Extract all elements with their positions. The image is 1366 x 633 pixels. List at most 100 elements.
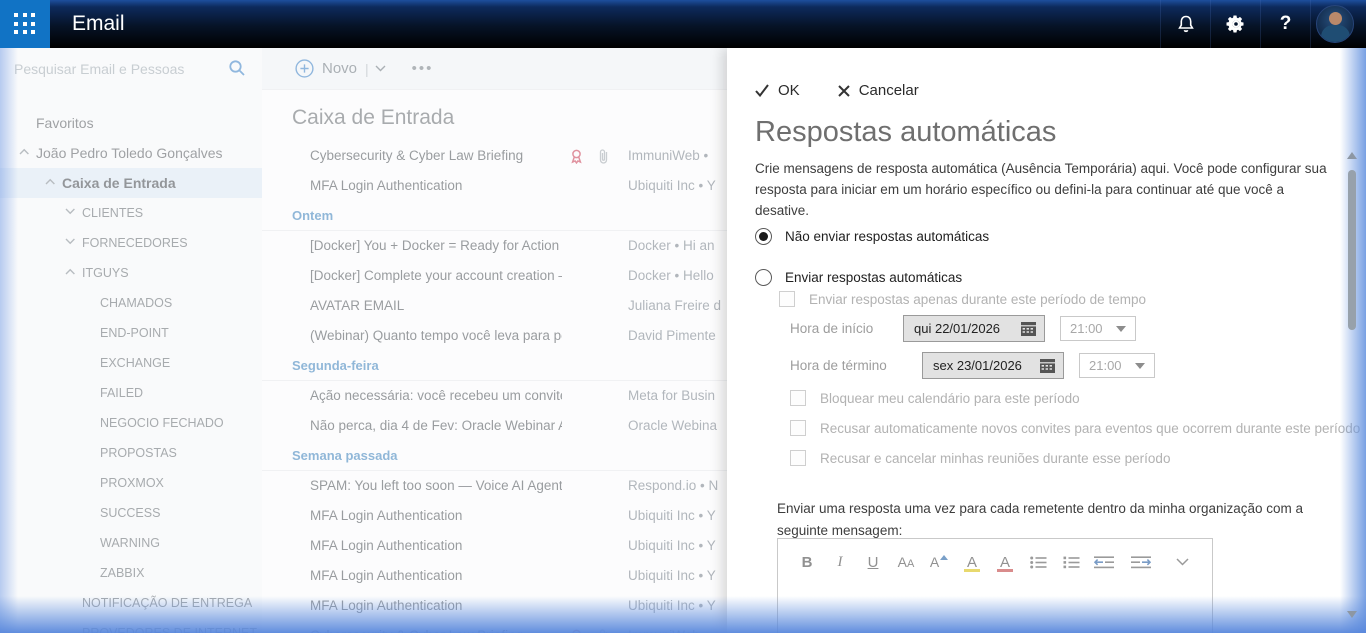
ok-button[interactable]: OK [755, 82, 800, 99]
mail-sender: Ubiquiti Inc • Y [628, 508, 727, 523]
message-instruction: Enviar uma resposta uma vez para cada re… [777, 498, 1342, 542]
sidebar-item-caixa-de-entrada[interactable]: Caixa de Entrada [0, 168, 262, 198]
search-icon[interactable] [228, 59, 246, 77]
help-button[interactable]: ? [1260, 0, 1310, 48]
folder-label: FAILED [100, 386, 143, 400]
calendar-icon[interactable] [1021, 322, 1036, 336]
chevron-up-icon[interactable] [65, 268, 75, 278]
chevron-down-icon[interactable] [375, 65, 386, 72]
outdent-icon[interactable] [1091, 551, 1117, 573]
numbered-list-icon[interactable] [1058, 551, 1084, 573]
sidebar-item-negocio-fechado[interactable]: NEGOCIO FECHADO [0, 408, 262, 438]
mail-list-item[interactable]: MFA Login AuthenticationUbiquiti Inc • Y [262, 531, 727, 561]
close-icon [838, 85, 850, 97]
folder-label: NEGOCIO FECHADO [100, 416, 224, 430]
checkbox-option-3[interactable]: Recusar e cancelar minhas reuniões duran… [790, 450, 1170, 466]
cancel-button[interactable]: Cancelar [838, 82, 919, 99]
notifications-button[interactable] [1160, 0, 1210, 48]
mail-subject: SPAM: You left too soon — Voice AI Agent… [310, 478, 562, 493]
scrollbar-thumb[interactable] [1348, 170, 1356, 330]
sidebar-item-failed[interactable]: FAILED [0, 378, 262, 408]
search-input[interactable] [14, 56, 214, 82]
mail-list-item[interactable]: Cybersecurity & Cyber Law BriefingImmuni… [262, 141, 727, 171]
chevron-down-icon[interactable] [65, 208, 75, 218]
mail-sender: Ubiquiti Inc • Y [628, 178, 727, 193]
scroll-up-arrow-icon[interactable] [1347, 152, 1357, 159]
account-button[interactable] [1310, 0, 1366, 48]
highlight-icon[interactable]: A [959, 551, 985, 573]
checkbox-option-1[interactable]: Bloquear meu calendário para este períod… [790, 390, 1080, 406]
italic-icon[interactable]: I [827, 551, 853, 573]
radio-no-auto-replies[interactable]: Não enviar respostas automáticas [755, 228, 989, 245]
panel-scrollbar[interactable] [1346, 152, 1358, 618]
checkbox-icon [779, 291, 795, 307]
app-launcher-button[interactable] [0, 0, 50, 48]
sidebar-item-provedores-de-internet[interactable]: PROVEDORES DE INTERNET [0, 618, 262, 633]
folder-label: END-POINT [100, 326, 169, 340]
checkbox-label: Bloquear meu calendário para este períod… [820, 391, 1080, 406]
mail-list-item[interactable]: Ação necessária: você recebeu um convite… [262, 381, 727, 411]
settings-button[interactable] [1210, 0, 1260, 48]
folder-label: Favoritos [36, 115, 94, 131]
radio-send-auto-replies[interactable]: Enviar respostas automáticas [755, 269, 962, 286]
checkbox-option-2[interactable]: Recusar automaticamente novos convites p… [790, 420, 1360, 436]
end-time-dropdown[interactable]: 21:00 [1079, 353, 1155, 378]
mail-subject: [Docker] You + Docker = Ready for Action [310, 238, 562, 253]
calendar-icon[interactable] [1040, 359, 1055, 373]
sidebar-item-warning[interactable]: WARNING [0, 528, 262, 558]
mail-list-item[interactable]: SPAM: You left too soon — Voice AI Agent… [262, 471, 727, 501]
mail-subject: MFA Login Authentication [310, 178, 562, 193]
font-color-icon[interactable]: A [992, 551, 1018, 573]
mail-subject: Não perca, dia 4 de Fev: Oracle Webinar … [310, 418, 562, 433]
more-commands-button[interactable]: ••• [412, 60, 434, 77]
font-size-icon[interactable]: A [926, 551, 952, 573]
sidebar-item-end-point[interactable]: END-POINT [0, 318, 262, 348]
automatic-replies-panel: OK Cancelar Respostas automáticas Crie m… [727, 48, 1366, 633]
search-bar [0, 48, 262, 90]
mail-list-item[interactable]: (Webinar) Quanto tempo você leva para pe… [262, 321, 727, 351]
mail-list-item[interactable]: MFA Login Authentication Ubiquiti Inc • Y [262, 171, 727, 201]
sidebar-item-favoritos[interactable]: Favoritos [0, 108, 262, 138]
sidebar-item-chamados[interactable]: CHAMADOS [0, 288, 262, 318]
mail-list-item[interactable]: AVATAR EMAILJuliana Freire d [262, 291, 727, 321]
start-date-picker[interactable]: qui 22/01/2026 [903, 315, 1045, 342]
sidebar-item-clientes[interactable]: CLIENTES [0, 198, 262, 228]
mail-list-item[interactable]: MFA Login AuthenticationUbiquiti Inc • Y [262, 501, 727, 531]
mail-list-item[interactable]: MFA Login AuthenticationUbiquiti Inc • Y [262, 561, 727, 591]
mail-subject: [Docker] Complete your account creation … [310, 268, 562, 283]
sidebar-item-zabbix[interactable]: ZABBIX [0, 558, 262, 588]
indent-icon[interactable] [1128, 551, 1154, 573]
section-label: Segunda-feira [292, 358, 379, 373]
start-time-label: Hora de início [790, 321, 873, 336]
sidebar-item-fornecedores[interactable]: FORNECEDORES [0, 228, 262, 258]
mail-sender: Ubiquiti Inc • Y [628, 598, 727, 613]
end-date-picker[interactable]: sex 23/01/2026 [922, 352, 1064, 379]
sidebar-item-proxmox[interactable]: PROXMOX [0, 468, 262, 498]
chevron-up-icon[interactable] [19, 148, 29, 158]
mail-list-item[interactable]: Cybersecurity & Cyber Law BriefingImmuni… [262, 621, 727, 633]
checkbox-period-only[interactable]: Enviar respostas apenas durante este per… [779, 291, 1146, 307]
sidebar-item-exchange[interactable]: EXCHANGE [0, 348, 262, 378]
more-formatting-icon[interactable] [1169, 551, 1195, 573]
sidebar-item-notifica-o-de-entrega[interactable]: NOTIFICAÇÃO DE ENTREGA [0, 588, 262, 618]
reply-message-textarea[interactable] [778, 581, 1212, 633]
sidebar-item-jo-o-pedro-toledo-gon-alves[interactable]: João Pedro Toledo Gonçalves [0, 138, 262, 168]
chevron-down-icon[interactable] [65, 238, 75, 248]
scroll-down-arrow-icon[interactable] [1347, 611, 1357, 618]
font-icon[interactable]: AA [893, 551, 919, 573]
start-time-dropdown[interactable]: 21:00 [1060, 316, 1136, 341]
mail-list-item[interactable]: Não perca, dia 4 de Fev: Oracle Webinar … [262, 411, 727, 441]
bold-icon[interactable]: B [794, 551, 820, 573]
mail-list-item[interactable]: MFA Login AuthenticationUbiquiti Inc • Y [262, 591, 727, 621]
mail-list-item[interactable]: [Docker] Complete your account creation … [262, 261, 727, 291]
mail-section-header: Semana passada [262, 441, 727, 471]
sidebar-item-propostas[interactable]: PROPOSTAS [0, 438, 262, 468]
underline-icon[interactable]: U [860, 551, 886, 573]
new-mail-button[interactable]: Novo | [295, 59, 386, 78]
mail-list-item[interactable]: [Docker] You + Docker = Ready for Action… [262, 231, 727, 261]
sidebar-item-success[interactable]: SUCCESS [0, 498, 262, 528]
sidebar-item-itguys[interactable]: ITGUYS [0, 258, 262, 288]
chevron-up-icon[interactable] [45, 178, 55, 188]
bullet-list-icon[interactable] [1025, 551, 1051, 573]
ribbon-icon [570, 149, 583, 164]
